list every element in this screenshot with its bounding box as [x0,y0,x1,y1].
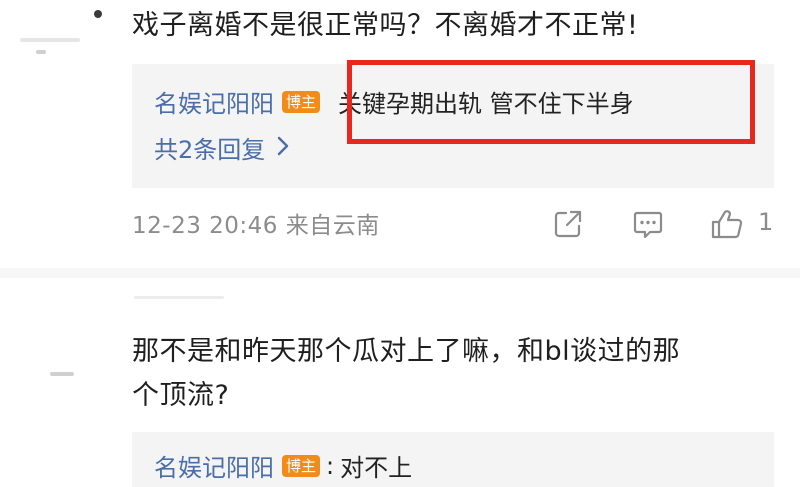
avatar-remnant [50,372,74,376]
avatar-remnant [36,50,46,54]
avatar-remnant [134,296,224,299]
share-icon[interactable] [552,208,584,240]
more-replies-label: 共2条回复 [154,136,266,164]
blogger-badge: 博主 [282,454,321,477]
reply-username[interactable]: 名娱记阳阳 [154,448,274,483]
like-count: 1 [758,208,774,236]
comment-text: 戏子离婚不是很正常吗？不离婚才不正常! [132,10,639,41]
more-replies-link[interactable]: 共2条回复 [154,130,289,165]
reply-row[interactable]: 名娱记阳阳 博主 : 对不上 [154,448,412,483]
highlight-box [347,60,755,144]
thumbs-up-icon[interactable] [710,208,743,240]
comment-divider [0,268,800,278]
reply-username[interactable]: 名娱记阳阳 [154,84,274,119]
comment-icon[interactable] [632,208,664,240]
comment-meta: 12-23 20:46 来自云南 [132,213,380,239]
avatar-remnant [20,38,80,42]
reply-text: 对不上 [340,454,413,482]
blogger-badge: 博主 [282,90,321,113]
chevron-right-icon [277,134,289,162]
comment-text: 个顶流? [132,380,230,411]
avatar[interactable] [94,10,102,18]
reply-colon: : [326,451,335,480]
comment-text: 那不是和昨天那个瓜对上了嘛，和bl谈过的那 [132,336,681,367]
